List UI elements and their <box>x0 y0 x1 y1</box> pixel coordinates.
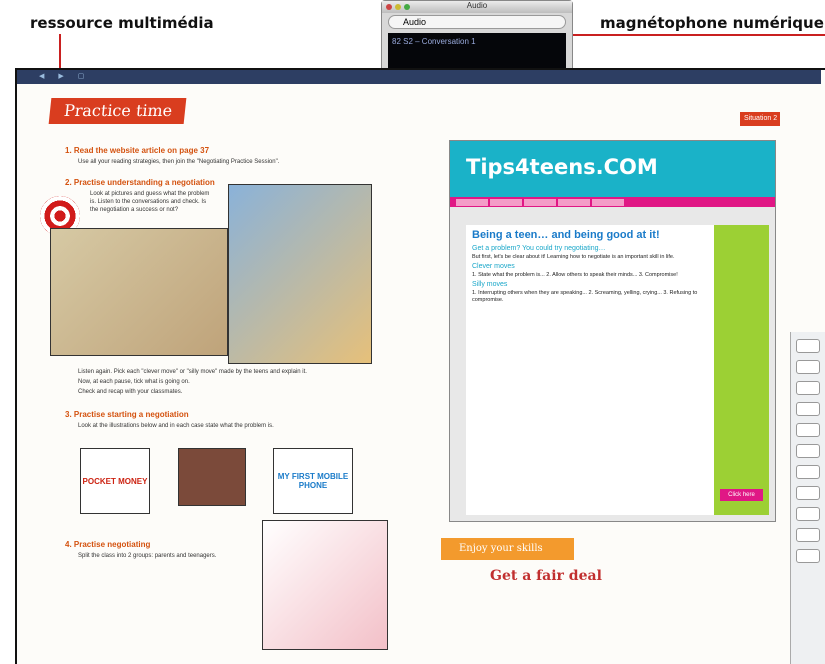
silly-moves-list: 1. Interrupting others when they are spe… <box>472 290 698 303</box>
article-headline: Being a teen… and being good at it! <box>472 229 660 241</box>
clever-moves-list: 1. State what the problem is... 2. Allow… <box>472 272 678 278</box>
audio-track-display: 82 S2 – Conversation 1 <box>388 33 566 73</box>
callout-magnetophone-numerique: magnétophone numérique <box>600 14 824 32</box>
illustration-pocket-money: POCKET MONEY <box>80 448 150 514</box>
copy-tool-icon[interactable] <box>796 507 820 521</box>
zoom-tool-icon[interactable] <box>796 360 820 374</box>
site-title: Tips4teens.COM <box>450 141 775 197</box>
shape-tool-icon[interactable] <box>796 465 820 479</box>
extra-text-3: Check and recap with your classmates. <box>78 389 183 395</box>
clever-moves-heading: Clever moves <box>472 263 515 270</box>
record-tool-icon[interactable] <box>796 528 820 542</box>
line-tool-icon[interactable] <box>796 486 820 500</box>
illustration-first-mobile: MY FIRST MOBILE PHONE <box>273 448 353 514</box>
fair-deal-title: Get a fair deal <box>490 568 602 584</box>
site-nav[interactable] <box>450 197 775 207</box>
extra-text-1: Listen again. Pick each "clever move" or… <box>78 369 307 375</box>
callout-line-right <box>565 34 825 36</box>
section-4-text: Split the class into 2 groups: parents a… <box>78 553 217 559</box>
section-3-heading: 3. Practise starting a negotiation <box>65 410 189 419</box>
highlight-tool-icon[interactable] <box>796 381 820 395</box>
illustration-family-room <box>50 228 228 356</box>
pointer-tool-icon[interactable] <box>796 339 820 353</box>
extra-text-2: Now, at each pause, tick what is going o… <box>78 379 190 385</box>
section-1-text: Use all your reading strategies, then jo… <box>78 159 280 165</box>
illustration-teen-bedroom <box>228 184 372 364</box>
illustration-messy-room <box>178 448 246 506</box>
sidebar-cta-button[interactable]: Click here <box>720 489 763 501</box>
page-title: Practice time <box>48 98 187 124</box>
color-tool-icon[interactable] <box>796 549 820 563</box>
situation-badge: Situation 2 <box>740 112 780 126</box>
section-2-heading: 2. Practise understanding a negotiation <box>65 178 215 187</box>
window-controls[interactable] <box>386 4 410 10</box>
silly-moves-heading: Silly moves <box>472 281 508 288</box>
audio-titlebar: Audio <box>382 1 572 13</box>
eraser-tool-icon[interactable] <box>796 444 820 458</box>
viewer-topbar[interactable]: ◀ ▶ ▢ <box>17 70 821 84</box>
enjoy-your-skills-banner: Enjoy your skills <box>441 538 574 560</box>
section-4-heading: 4. Practise negotiating <box>65 540 151 549</box>
section-3-text: Look at the illustrations below and in e… <box>78 423 274 429</box>
illustration-negotiating-pair <box>262 520 388 650</box>
website-browser-window[interactable]: Tips4teens.COM Being a teen… and being g… <box>449 140 776 522</box>
audio-field[interactable]: Audio <box>388 15 566 29</box>
pen-tool-icon[interactable] <box>796 423 820 437</box>
annotation-toolbar[interactable] <box>790 332 825 664</box>
article-subhead: Get a problem? You could try negotiating… <box>472 245 606 252</box>
article-body: But first, let's be clear about it! Lear… <box>472 254 675 260</box>
callout-ressource-multimedia: ressource multimédia <box>30 14 214 32</box>
section-1-heading: 1. Read the website article on page 37 <box>65 146 210 155</box>
text-tool-icon[interactable] <box>796 402 820 416</box>
section-2-text: Look at pictures and guess what the prob… <box>90 191 210 213</box>
site-sidebar: Click here <box>714 225 769 515</box>
article-content: Being a teen… and being good at it! Get … <box>466 225 714 515</box>
